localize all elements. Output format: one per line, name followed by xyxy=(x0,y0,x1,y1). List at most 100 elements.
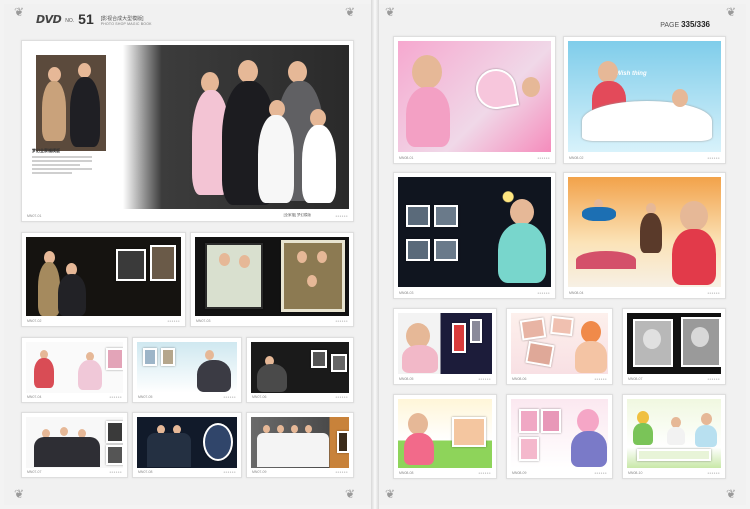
rating-dots: ●●●●●● xyxy=(335,214,348,218)
template-photo xyxy=(627,313,721,374)
rating-dots: ●●●●●● xyxy=(478,471,491,475)
corner-ornament-icon: ❦ xyxy=(345,487,356,501)
template-photo xyxy=(26,237,181,316)
rating-dots: ●●●●●● xyxy=(223,470,236,474)
castle-prop xyxy=(576,251,636,269)
page-number-label: PAGE 335/336 xyxy=(660,20,710,29)
page-numbers: 335/336 xyxy=(681,20,710,29)
rating-dots: ●●●●●● xyxy=(223,395,236,399)
template-code: MN08-03 xyxy=(399,291,414,295)
template-code: MN08-01 xyxy=(399,156,414,160)
template-code: MN08-07 xyxy=(628,377,643,381)
template-tile[interactable]: MN07-06 ●●●●●● xyxy=(246,337,354,403)
corner-ornament-icon: ❦ xyxy=(345,5,356,19)
template-tile[interactable]: MN08-10 ●●●●●● xyxy=(622,394,726,479)
logo-english-title: PHOTO SHOP MAGIC BOOK xyxy=(100,22,152,26)
template-photo xyxy=(195,237,349,316)
template-photo xyxy=(398,41,551,152)
logo-subtitle: [影视合成大型模版] PHOTO SHOP MAGIC BOOK xyxy=(101,15,152,26)
template-tile[interactable]: MN07-04 ●●●●●● xyxy=(21,337,128,403)
rating-dots: ●●●●●● xyxy=(707,471,720,475)
rating-dots: ●●●●●● xyxy=(537,291,550,295)
template-code: MN07-03 xyxy=(196,319,211,323)
template-code: MN08-04 xyxy=(569,291,584,295)
template-tile[interactable]: MN08-07 ●●●●●● xyxy=(622,308,726,385)
logo-dvd: DVD xyxy=(36,13,62,26)
template-photo xyxy=(511,399,608,468)
corner-ornament-icon: ❦ xyxy=(726,487,737,501)
template-overlay-text: Wish thing xyxy=(616,71,647,77)
template-tile[interactable]: MN08-06 ●●●●●● xyxy=(506,308,613,385)
template-code: MN07-08 xyxy=(138,470,153,474)
book-prop xyxy=(582,101,712,141)
template-photo xyxy=(398,313,492,374)
template-tile[interactable]: MN08-04 ●●●●●● xyxy=(563,172,726,299)
template-photo xyxy=(568,177,721,287)
rating-dots: ●●●●●● xyxy=(167,319,180,323)
corner-ornament-icon: ❦ xyxy=(14,5,25,19)
feature-caption: 梦幻全家福模版 xyxy=(32,148,102,176)
corner-ornament-icon: ❦ xyxy=(385,5,396,19)
rating-dots: ●●●●●● xyxy=(109,395,122,399)
book-spread: ❦ ❦ ❦ ❦ ❦ ❦ ❦ ❦ DVD NO. 51 [影视合成大型模版] PH… xyxy=(0,0,750,509)
feature-template-tile[interactable]: 梦幻全家福模版 MN07-01 [全家福] 梦幻模版 ●●●●●● xyxy=(21,40,354,222)
template-tile[interactable]: MN07-05 ●●●●●● xyxy=(132,337,242,403)
template-code: MN07-09 xyxy=(252,470,267,474)
corner-ornament-icon: ❦ xyxy=(385,487,396,501)
template-photo xyxy=(26,417,123,468)
book-gutter xyxy=(371,0,379,509)
rating-dots: ●●●●●● xyxy=(594,377,607,381)
corner-ornament-icon: ❦ xyxy=(726,5,737,19)
template-code: MN08-06 xyxy=(512,377,527,381)
book-logo: DVD NO. 51 [影视合成大型模版] PHOTO SHOP MAGIC B… xyxy=(36,12,152,26)
template-photo: Wish thing xyxy=(568,41,721,152)
template-tile[interactable]: MN08-01 ●●●●●● xyxy=(393,36,556,164)
corner-ornament-icon: ❦ xyxy=(14,487,25,501)
template-code: MN08-02 xyxy=(569,156,584,160)
couple-inset-photo xyxy=(36,55,106,151)
template-photo xyxy=(511,313,608,374)
logo-no: NO. xyxy=(65,18,75,24)
template-code: MN08-09 xyxy=(512,471,527,475)
template-code: MN07-04 xyxy=(27,395,42,399)
template-code: MN07-05 xyxy=(138,395,153,399)
template-tile[interactable]: MN08-08 ●●●●●● xyxy=(393,394,497,479)
template-code: MN07-01 xyxy=(27,214,42,218)
template-photo xyxy=(137,417,237,468)
logo-volume-number: 51 xyxy=(78,11,94,27)
template-code: MN07-02 xyxy=(27,319,42,323)
template-signature: [全家福] 梦幻模版 xyxy=(283,213,311,217)
template-code: MN08-08 xyxy=(399,471,414,475)
rating-dots: ●●●●●● xyxy=(109,470,122,474)
rating-dots: ●●●●●● xyxy=(335,470,348,474)
feature-family-photo: 梦幻全家福模版 xyxy=(26,45,349,209)
template-tile[interactable]: MN07-09 ●●●●●● xyxy=(246,412,354,478)
rating-dots: ●●●●●● xyxy=(594,471,607,475)
template-photo xyxy=(398,399,492,468)
template-tile[interactable]: MN07-02 ●●●●●● xyxy=(21,232,186,327)
template-photo xyxy=(137,342,237,393)
template-photo xyxy=(398,177,551,287)
template-code: MN07-07 xyxy=(27,470,42,474)
template-code: MN08-05 xyxy=(399,377,414,381)
rating-dots: ●●●●●● xyxy=(707,156,720,160)
page-prefix: PAGE xyxy=(660,22,680,29)
rating-dots: ●●●●●● xyxy=(335,395,348,399)
template-tile[interactable]: MN07-07 ●●●●●● xyxy=(21,412,128,478)
template-code: MN08-10 xyxy=(628,471,643,475)
rating-dots: ●●●●●● xyxy=(478,377,491,381)
template-tile[interactable]: MN08-05 ●●●●●● xyxy=(393,308,497,385)
template-tile[interactable]: MN08-09 ●●●●●● xyxy=(506,394,613,479)
rating-dots: ●●●●●● xyxy=(707,377,720,381)
rating-dots: ●●●●●● xyxy=(537,156,550,160)
template-tile[interactable]: MN08-03 ●●●●●● xyxy=(393,172,556,299)
template-tile[interactable]: MN07-03 ●●●●●● xyxy=(190,232,354,327)
rating-dots: ●●●●●● xyxy=(335,319,348,323)
logo-chinese-title: [影视合成大型模版] xyxy=(100,16,144,22)
rating-dots: ●●●●●● xyxy=(707,291,720,295)
template-tile[interactable]: MN07-08 ●●●●●● xyxy=(132,412,242,478)
template-photo xyxy=(26,342,123,393)
feature-caption-title: 梦幻全家福模版 xyxy=(32,148,60,153)
template-photo xyxy=(251,417,349,468)
template-tile[interactable]: Wish thing MN08-02 ●●●●●● xyxy=(563,36,726,164)
